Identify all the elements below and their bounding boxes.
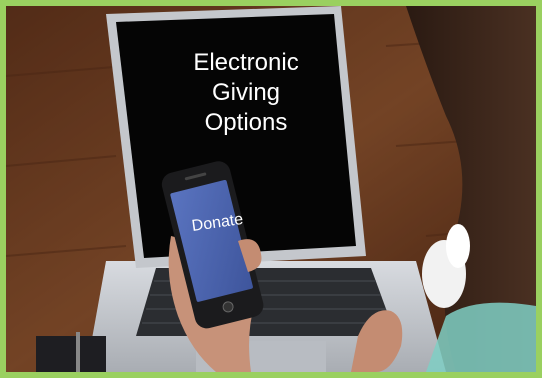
photo: Electronic Giving Options Donate bbox=[6, 6, 536, 372]
screen-line-2: Giving bbox=[211, 79, 281, 106]
screen-text: Electronic Giving Options bbox=[156, 48, 336, 138]
screen-line-3: Options bbox=[204, 109, 288, 136]
screen-line-1: Electronic bbox=[193, 49, 299, 76]
notebook bbox=[36, 336, 106, 372]
image-frame: Electronic Giving Options Donate bbox=[0, 0, 542, 378]
